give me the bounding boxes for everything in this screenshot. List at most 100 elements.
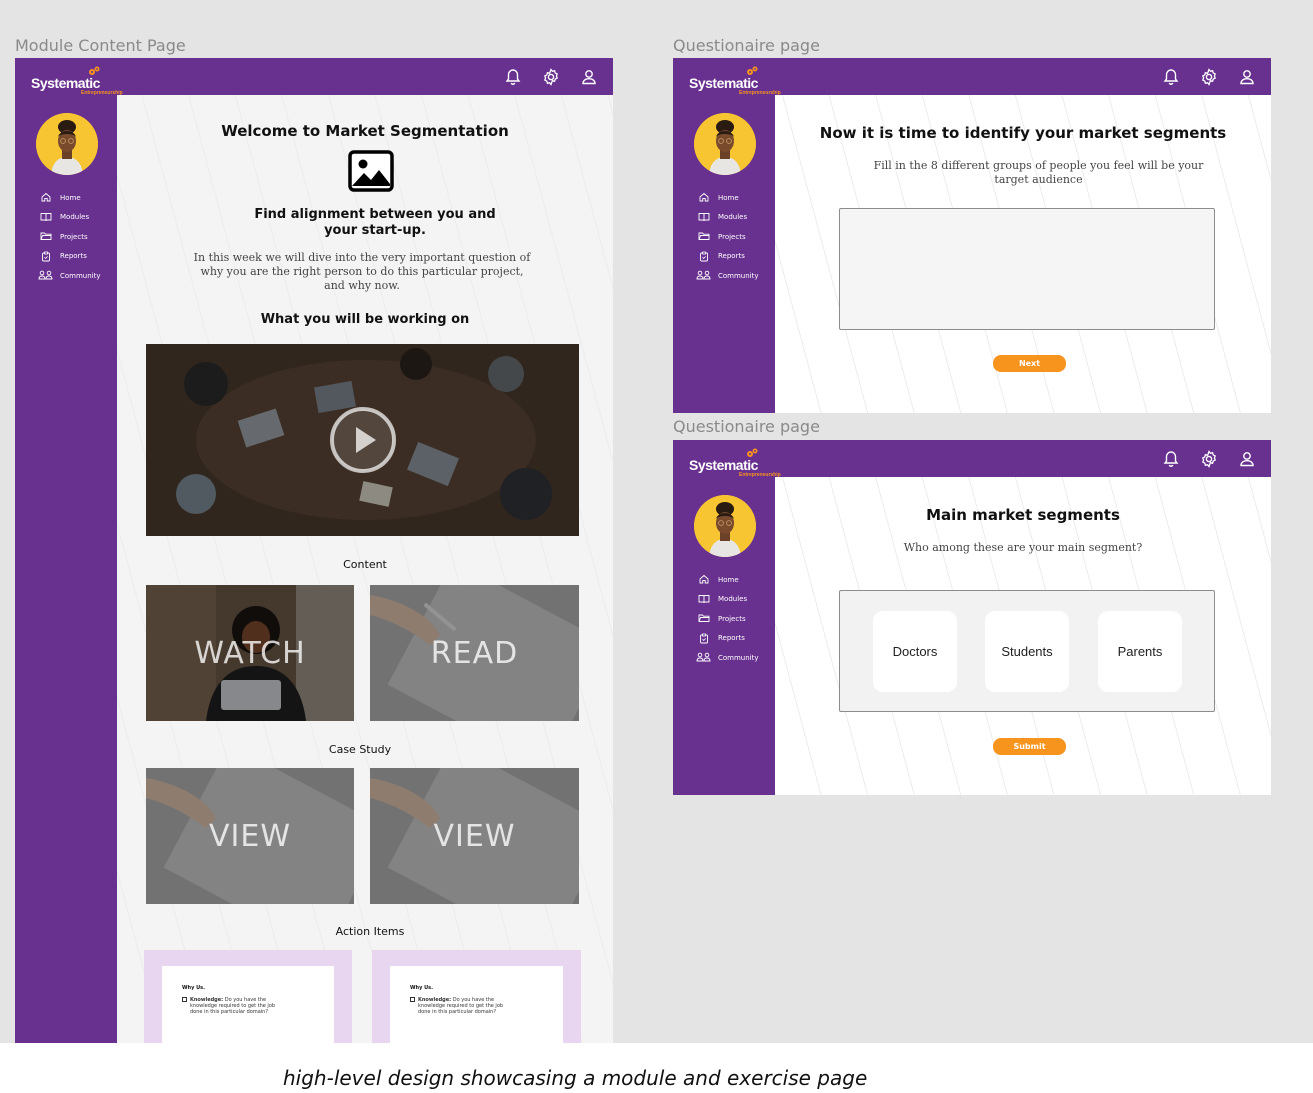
bell-icon[interactable] xyxy=(1161,449,1181,469)
intro-video[interactable] xyxy=(146,344,579,536)
bell-icon[interactable] xyxy=(503,67,523,87)
frame-label-questionnaire-1: Questionaire page xyxy=(673,36,820,55)
sidebar: Home Modules Projects Reports Community xyxy=(673,95,775,413)
option-students[interactable]: Students xyxy=(985,611,1069,692)
home-icon xyxy=(37,192,54,203)
users-icon xyxy=(37,270,54,281)
questionnaire-frame-2: Systematic Entrepreneurship Home Modules… xyxy=(673,440,1271,795)
question-title: Now it is time to identify your market s… xyxy=(819,124,1227,142)
option-parents[interactable]: Parents xyxy=(1098,611,1182,692)
brand-name: Systematic xyxy=(31,75,100,91)
question-prompt: Who among these are your main segment? xyxy=(903,541,1143,554)
sidebar-item-label: Projects xyxy=(60,232,88,241)
sidebar-item-modules[interactable]: Modules xyxy=(695,208,759,228)
sidebar-item-home[interactable]: Home xyxy=(37,188,101,208)
watch-card[interactable]: WATCH xyxy=(146,585,354,721)
top-bar: Systematic Entrepreneurship xyxy=(15,58,613,96)
case-study-card-1[interactable]: VIEW xyxy=(146,768,354,904)
sidebar-item-label: Modules xyxy=(718,595,748,604)
sidebar-item-label: Reports xyxy=(60,252,87,261)
brand-name: Systematic xyxy=(689,75,758,91)
action-item-text: Knowledge: Do you have the knowledge req… xyxy=(190,997,280,1015)
book-icon xyxy=(695,212,712,223)
sidebar-item-projects[interactable]: Projects xyxy=(37,227,101,247)
action-item-card[interactable]: Why Us. Knowledge: Do you have the knowl… xyxy=(372,950,581,1043)
next-button[interactable]: Next xyxy=(993,355,1066,372)
avatar[interactable] xyxy=(694,495,756,557)
sidebar-item-modules[interactable]: Modules xyxy=(695,590,759,610)
gear-icon[interactable] xyxy=(1199,67,1219,87)
sidebar-item-reports[interactable]: Reports xyxy=(695,629,759,649)
sidebar: Home Modules Projects Reports Community xyxy=(673,477,775,795)
clipboard-icon xyxy=(695,251,712,262)
sidebar-nav: Home Modules Projects Reports Community xyxy=(37,188,101,286)
checkbox[interactable] xyxy=(410,997,415,1002)
image-placeholder-icon xyxy=(348,150,394,192)
sidebar-item-reports[interactable]: Reports xyxy=(37,247,101,267)
sidebar-item-projects[interactable]: Projects xyxy=(695,609,759,629)
questionnaire-content-1: Now it is time to identify your market s… xyxy=(775,95,1271,413)
brand-logo[interactable]: Systematic Entrepreneurship xyxy=(689,66,781,96)
submit-button[interactable]: Submit xyxy=(993,738,1066,755)
action-item-title: Why Us. xyxy=(182,985,206,991)
user-icon[interactable] xyxy=(579,67,599,87)
user-icon[interactable] xyxy=(1237,67,1257,87)
module-content-area: Welcome to Market Segmentation Find alig… xyxy=(117,95,613,1043)
case-study-card-2[interactable]: VIEW xyxy=(370,768,579,904)
read-card[interactable]: READ xyxy=(370,585,579,721)
page-title: Welcome to Market Segmentation xyxy=(221,122,509,140)
module-intro: In this week we will dive into the very … xyxy=(193,251,531,292)
case-study-heading: Case Study xyxy=(328,743,392,756)
book-icon xyxy=(37,212,54,223)
read-label: READ xyxy=(430,635,519,671)
gear-icon[interactable] xyxy=(1199,449,1219,469)
user-icon[interactable] xyxy=(1237,449,1257,469)
sidebar-item-community[interactable]: Community xyxy=(695,648,759,668)
gear-icon[interactable] xyxy=(541,67,561,87)
segments-textarea[interactable] xyxy=(839,208,1215,330)
content-heading: Content xyxy=(343,558,387,571)
sidebar-nav: Home Modules Projects Reports Community xyxy=(695,188,759,286)
avatar[interactable] xyxy=(36,113,98,175)
sidebar-item-community[interactable]: Community xyxy=(37,266,101,286)
sidebar-item-community[interactable]: Community xyxy=(695,266,759,286)
brand-name: Systematic xyxy=(689,457,758,473)
sidebar-item-label: Projects xyxy=(718,614,746,623)
sidebar-item-home[interactable]: Home xyxy=(695,570,759,590)
folder-icon xyxy=(37,231,54,242)
question-prompt: Fill in the 8 different groups of people… xyxy=(873,159,1204,186)
action-item-card[interactable]: Why Us. Knowledge: Do you have the knowl… xyxy=(144,950,352,1043)
clipboard-icon xyxy=(37,251,54,262)
folder-icon xyxy=(695,613,712,624)
sidebar-item-reports[interactable]: Reports xyxy=(695,247,759,267)
brand-logo[interactable]: Systematic Entrepreneurship xyxy=(31,66,123,96)
users-icon xyxy=(695,270,712,281)
checkbox[interactable] xyxy=(182,997,187,1002)
frame-label-module: Module Content Page xyxy=(15,36,186,55)
home-icon xyxy=(695,192,712,203)
avatar[interactable] xyxy=(694,113,756,175)
sidebar-item-modules[interactable]: Modules xyxy=(37,208,101,228)
sidebar-item-projects[interactable]: Projects xyxy=(695,227,759,247)
sidebar-item-home[interactable]: Home xyxy=(695,188,759,208)
sidebar-item-label: Projects xyxy=(718,232,746,241)
sidebar-item-label: Reports xyxy=(718,634,745,643)
sidebar-item-label: Modules xyxy=(60,213,90,222)
brand-logo[interactable]: Systematic Entrepreneurship xyxy=(689,448,781,478)
sidebar-item-label: Reports xyxy=(718,252,745,261)
bell-icon[interactable] xyxy=(1161,67,1181,87)
questionnaire-content-2: Main market segments Who among these are… xyxy=(775,477,1271,795)
module-subtitle: Find alignment between you and your star… xyxy=(254,207,496,238)
clipboard-icon xyxy=(695,633,712,644)
view-label: VIEW xyxy=(209,818,291,854)
watch-label: WATCH xyxy=(194,635,306,671)
play-icon[interactable] xyxy=(146,344,579,536)
option-doctors[interactable]: Doctors xyxy=(873,611,957,692)
questionnaire-frame-1: Systematic Entrepreneurship Home Modules… xyxy=(673,58,1271,413)
sidebar-nav: Home Modules Projects Reports Community xyxy=(695,570,759,668)
home-icon xyxy=(695,574,712,585)
segment-options: Doctors Students Parents xyxy=(839,590,1215,712)
users-icon xyxy=(695,652,712,663)
action-items-heading: Action Items xyxy=(335,925,405,938)
action-item-title: Why Us. xyxy=(410,985,434,991)
